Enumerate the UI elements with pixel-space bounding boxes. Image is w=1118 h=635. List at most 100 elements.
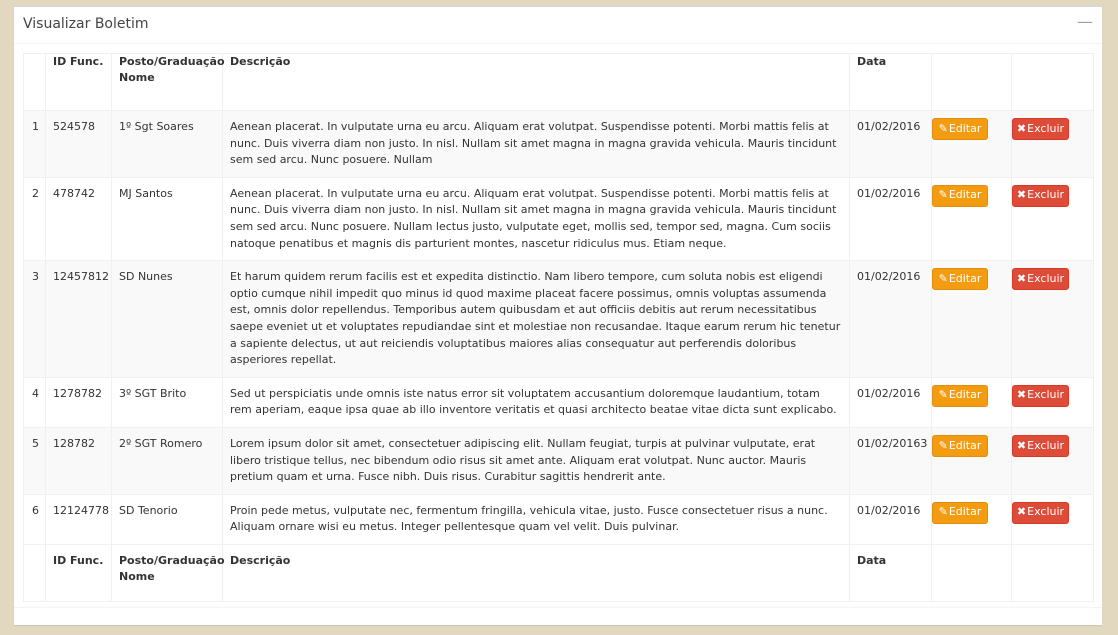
row-id-func: 478742 [45, 176, 112, 262]
col-edit-header [931, 53, 1012, 111]
panel-title: Visualizar Boletim [23, 16, 149, 32]
times-icon: ✖ [1016, 121, 1027, 135]
row-number: 5 [23, 426, 46, 495]
row-data: 01/02/2016 [849, 176, 932, 262]
table-footer-row: ID Func. Posto/Graduação Nome Descrição … [23, 543, 1094, 602]
row-delete-cell: ✖ Excluir [1011, 376, 1094, 428]
col-num-header [23, 53, 46, 111]
panel-footer [14, 607, 1102, 625]
delete-button[interactable]: ✖ Excluir [1012, 501, 1069, 524]
delete-button[interactable]: ✖ Excluir [1012, 184, 1069, 207]
row-posto-nome: MJ Santos [111, 176, 223, 262]
row-descricao: Proin pede metus, vulputate nec, ferment… [222, 493, 850, 545]
row-descricao: Lorem ipsum dolor sit amet, consectetuer… [222, 426, 850, 495]
col-posto-header: Posto/Graduação Nome [111, 53, 225, 111]
col-id-footer: ID Func. [45, 543, 112, 602]
table-header-row: ID Func. Posto/Graduação Nome Descrição … [23, 53, 1094, 111]
row-posto-nome: 1º Sgt Soares [111, 110, 223, 178]
times-icon: ✖ [1016, 188, 1027, 202]
row-id-func: 1278782 [45, 376, 112, 428]
delete-button-label: Excluir [1027, 505, 1065, 519]
row-number: 2 [23, 176, 46, 262]
table-row: 1 524578 1º Sgt Soares Aenean placerat. In … [23, 110, 1094, 178]
col-delete-header [1011, 53, 1094, 111]
edit-icon: ✎ [938, 121, 948, 135]
boletim-panel: Visualizar Boletim — ID Func. Posto/Grad… [14, 6, 1102, 625]
edit-button[interactable]: ✎ Editar [932, 268, 988, 291]
row-id-func: 524578 [45, 110, 112, 178]
delete-button-label: Excluir [1027, 121, 1065, 135]
edit-button[interactable]: ✎ Editar [932, 184, 988, 207]
edit-button-label: Editar [948, 438, 982, 452]
row-id-func: 12124778 [45, 493, 112, 545]
row-posto-nome: 2º SGT Romero [111, 426, 223, 495]
col-data-footer: Data [849, 543, 932, 602]
edit-button-label: Editar [948, 388, 982, 402]
col-id-header: ID Func. [45, 53, 112, 111]
minus-icon[interactable]: — [1076, 13, 1094, 31]
row-edit-cell: ✎ Editar [931, 426, 1012, 495]
times-icon: ✖ [1016, 505, 1027, 519]
col-data-header: Data [849, 53, 932, 111]
col-posto-footer: Posto/Graduação Nome [111, 543, 225, 602]
row-data: 01/02/2016 [849, 493, 932, 545]
row-number: 4 [23, 376, 46, 428]
row-data: 01/02/2016 [849, 110, 932, 178]
delete-button-label: Excluir [1027, 271, 1065, 285]
row-delete-cell: ✖ Excluir [1011, 493, 1094, 545]
row-delete-cell: ✖ Excluir [1011, 176, 1094, 262]
row-edit-cell: ✎ Editar [931, 376, 1012, 428]
boletim-table: ID Func. Posto/Graduação Nome Descrição … [23, 53, 1094, 602]
row-data: 01/02/20163 [849, 426, 932, 495]
row-edit-cell: ✎ Editar [931, 176, 1012, 262]
delete-button-label: Excluir [1027, 438, 1065, 452]
edit-button[interactable]: ✎ Editar [932, 384, 988, 407]
delete-button[interactable]: ✖ Excluir [1012, 384, 1069, 407]
table-row: 5 128782 2º SGT Romero Lorem ipsum dolor si… [23, 426, 1094, 495]
row-id-func: 12457812 [45, 260, 112, 378]
delete-button[interactable]: ✖ Excluir [1012, 118, 1069, 140]
edit-button[interactable]: ✎ Editar [932, 434, 988, 457]
times-icon: ✖ [1016, 438, 1027, 452]
edit-button[interactable]: ✎ Editar [932, 501, 988, 524]
row-descricao: Sed ut perspiciatis unde omnis iste natu… [222, 376, 850, 428]
row-number: 1 [23, 110, 46, 178]
edit-button-label: Editar [948, 121, 982, 135]
delete-button[interactable]: ✖ Excluir [1012, 434, 1069, 457]
col-descricao-footer: Descrição [222, 543, 850, 602]
row-descricao: Aenean placerat. In vulputate urna eu ar… [222, 110, 850, 178]
col-num-footer [23, 543, 46, 602]
col-descricao-header: Descrição [222, 53, 850, 111]
row-descricao: Et harum quidem rerum facilis est et exp… [222, 260, 850, 378]
row-delete-cell: ✖ Excluir [1011, 110, 1094, 178]
row-posto-nome: 3º SGT Brito [111, 376, 223, 428]
row-number: 6 [23, 493, 46, 545]
edit-button-label: Editar [948, 505, 982, 519]
table-row: 4 1278782 3º SGT Brito Sed ut perspiciatis … [23, 376, 1094, 428]
edit-icon: ✎ [938, 271, 948, 285]
row-edit-cell: ✎ Editar [931, 260, 1012, 378]
table-row: 6 12124778 SD Tenorio Proin pede metus, vul… [23, 493, 1094, 545]
row-delete-cell: ✖ Excluir [1011, 426, 1094, 495]
row-posto-nome: SD Nunes [111, 260, 223, 378]
edit-button-label: Editar [948, 271, 982, 285]
times-icon: ✖ [1016, 388, 1027, 402]
delete-button-label: Excluir [1027, 388, 1065, 402]
row-posto-nome: SD Tenorio [111, 493, 223, 545]
row-descricao: Aenean placerat. In vulputate urna eu ar… [222, 176, 850, 262]
edit-button-label: Editar [948, 188, 982, 202]
row-number: 3 [23, 260, 46, 378]
delete-button[interactable]: ✖ Excluir [1012, 268, 1069, 291]
panel-header: Visualizar Boletim — [14, 7, 1102, 44]
edit-icon: ✎ [938, 188, 948, 202]
row-edit-cell: ✎ Editar [931, 110, 1012, 178]
edit-icon: ✎ [938, 438, 948, 452]
table-row: 3 12457812 SD Nunes Et harum quidem rerum f… [23, 260, 1094, 378]
edit-button[interactable]: ✎ Editar [932, 118, 988, 140]
col-edit-footer [931, 543, 1012, 602]
times-icon: ✖ [1016, 271, 1027, 285]
row-delete-cell: ✖ Excluir [1011, 260, 1094, 378]
edit-icon: ✎ [938, 388, 948, 402]
col-delete-footer [1011, 543, 1094, 602]
edit-icon: ✎ [938, 505, 948, 519]
